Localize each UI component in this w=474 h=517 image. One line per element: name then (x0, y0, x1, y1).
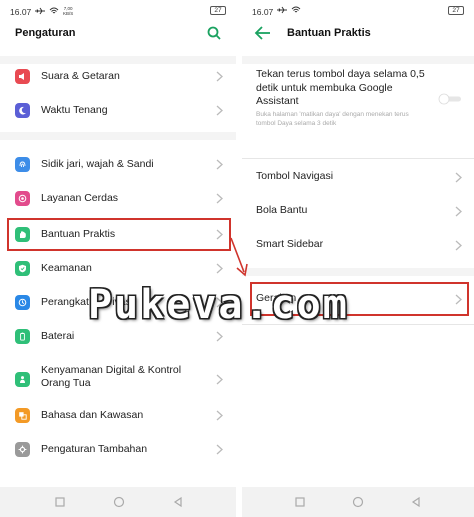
settings-item-label: Keamanan (41, 262, 92, 274)
power-assistant-toggle[interactable] (438, 93, 462, 105)
assistant-item-label: Smart Sidebar (256, 238, 324, 250)
settings-item-label: Baterai (41, 330, 75, 342)
back-arrow-icon[interactable] (254, 25, 272, 41)
app-bar: Bantuan Praktis (242, 22, 474, 46)
highlight-box (7, 218, 231, 251)
settings-item-language[interactable]: Bahasa dan Kawasan (0, 399, 236, 433)
status-time: 16.07 (252, 7, 274, 17)
shield-icon (15, 261, 30, 276)
airplane-icon (277, 6, 287, 14)
settings-item-fingerprint[interactable]: Sidik jari, wajah & Sandi (0, 148, 236, 182)
section-divider (242, 268, 474, 276)
navigation-bar (0, 487, 236, 517)
back-nav-icon[interactable] (410, 496, 422, 508)
chevron-right-icon (216, 374, 223, 385)
assistant-item-smart-sidebar[interactable]: Smart Sidebar (242, 228, 474, 262)
settings-screen: 16.07 7,00 KB/S 27 Pengaturan Suara & Get… (0, 0, 236, 517)
settings-item-label: Sidik jari, wajah & Sandi (41, 158, 154, 170)
chevron-right-icon (216, 193, 223, 204)
chevron-right-icon (455, 206, 462, 217)
navigation-bar (242, 487, 474, 517)
wellbeing-icon (15, 372, 30, 387)
assistant-item-tombol-navigasi[interactable]: Tombol Navigasi (242, 160, 474, 194)
chevron-right-icon (455, 240, 462, 251)
gear-icon (15, 442, 30, 457)
divider (242, 158, 474, 159)
settings-item-label: Bahasa dan Kawasan (41, 409, 144, 421)
section-divider (242, 56, 474, 64)
wifi-icon (291, 6, 301, 13)
chevron-right-icon (216, 263, 223, 274)
battery-icon (15, 329, 30, 344)
settings-item-smart[interactable]: Layanan Cerdas (0, 182, 236, 216)
assistant-screen: 16.07 27 Bantuan Praktis Tekan terus tom… (242, 0, 474, 517)
chevron-right-icon (216, 71, 223, 82)
chevron-right-icon (216, 105, 223, 116)
chevron-right-icon (216, 159, 223, 170)
fingerprint-icon (15, 157, 30, 172)
settings-item-additional[interactable]: Pengaturan Tambahan (0, 433, 236, 467)
assistant-item-bola-bantu[interactable]: Bola Bantu (242, 194, 474, 228)
chevron-right-icon (216, 331, 223, 342)
settings-item-security[interactable]: Keamanan (0, 252, 236, 286)
chevron-right-icon (455, 172, 462, 183)
speaker-icon (15, 69, 30, 84)
battery-indicator: 27 (448, 6, 464, 15)
status-bar: 16.07 7,00 KB/S 27 (0, 0, 236, 22)
back-nav-icon[interactable] (172, 496, 184, 508)
wifi-icon (49, 7, 59, 14)
settings-item-sound[interactable]: Suara & Getaran (0, 60, 236, 94)
language-icon (15, 408, 30, 423)
airplane-icon (35, 7, 45, 15)
settings-item-label: Suara & Getaran (41, 70, 120, 82)
devices-icon (15, 295, 30, 310)
status-time: 16.07 (10, 7, 32, 17)
moon-icon (15, 103, 30, 118)
search-icon[interactable] (206, 25, 222, 41)
home-icon[interactable] (113, 496, 125, 508)
page-title: Bantuan Praktis (287, 27, 371, 39)
status-bar: 16.07 27 (242, 0, 474, 22)
power-assistant-row[interactable]: Tekan terus tombol daya selama 0,5 detik… (242, 64, 474, 150)
assistant-item-label: Tombol Navigasi (256, 170, 334, 182)
settings-item-label: Layanan Cerdas (41, 192, 119, 204)
recent-apps-icon[interactable] (54, 496, 66, 508)
app-bar: Pengaturan (0, 22, 236, 46)
pointer-arrow (230, 237, 248, 277)
section-divider (0, 132, 236, 140)
page-title: Pengaturan (15, 27, 76, 39)
settings-item-label: Kenyamanan Digital & Kontrol Orang Tua (41, 364, 182, 389)
chevron-right-icon (216, 444, 223, 455)
power-assistant-description: Buka halaman 'matikan daya' dengan menek… (256, 111, 409, 127)
battery-indicator: 27 (210, 6, 226, 15)
settings-item-wellbeing[interactable]: Kenyamanan Digital & Kontrol Orang Tua (0, 360, 236, 400)
settings-item-quiet[interactable]: Waktu Tenang (0, 94, 236, 128)
network-speed: 7,00 KB/S (63, 6, 74, 16)
status-icons: 7,00 KB/S (35, 6, 73, 16)
assistant-item-label: Bola Bantu (256, 204, 308, 216)
home-icon[interactable] (352, 496, 364, 508)
power-assistant-label: Tekan terus tombol daya selama 0,5 detik… (256, 68, 425, 107)
watermark: Pukeva.com (88, 282, 349, 328)
settings-item-label: Waktu Tenang (41, 104, 108, 116)
status-icons (277, 6, 301, 14)
settings-item-label: Pengaturan Tambahan (41, 443, 148, 455)
chevron-right-icon (216, 410, 223, 421)
recent-apps-icon[interactable] (294, 496, 306, 508)
smart-services-icon (15, 191, 30, 206)
